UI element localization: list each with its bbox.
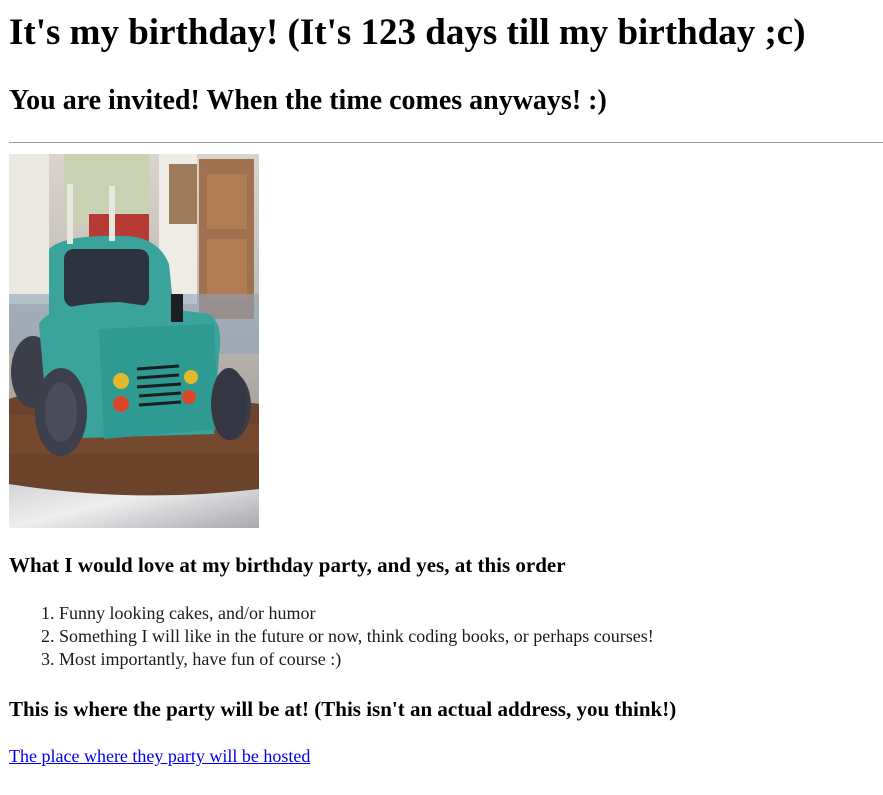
list-item: Most importantly, have fun of course :) bbox=[59, 648, 654, 671]
party-location-heading: This is where the party will be at! (Thi… bbox=[9, 697, 677, 721]
wishes-heading: What I would love at my birthday party, … bbox=[9, 553, 566, 577]
list-item: Funny looking cakes, and/or humor bbox=[59, 602, 654, 625]
divider bbox=[9, 142, 883, 143]
list-item: Something I will like in the future or n… bbox=[59, 625, 654, 648]
party-place-link[interactable]: The place where they party will be hoste… bbox=[9, 745, 310, 768]
page-title: It's my birthday! (It's 123 days till my… bbox=[9, 12, 806, 53]
invite-subtitle: You are invited! When the time comes any… bbox=[9, 85, 607, 116]
tractor-cake-photo bbox=[9, 154, 259, 528]
wishes-list: Funny looking cakes, and/or humor Someth… bbox=[9, 602, 654, 671]
